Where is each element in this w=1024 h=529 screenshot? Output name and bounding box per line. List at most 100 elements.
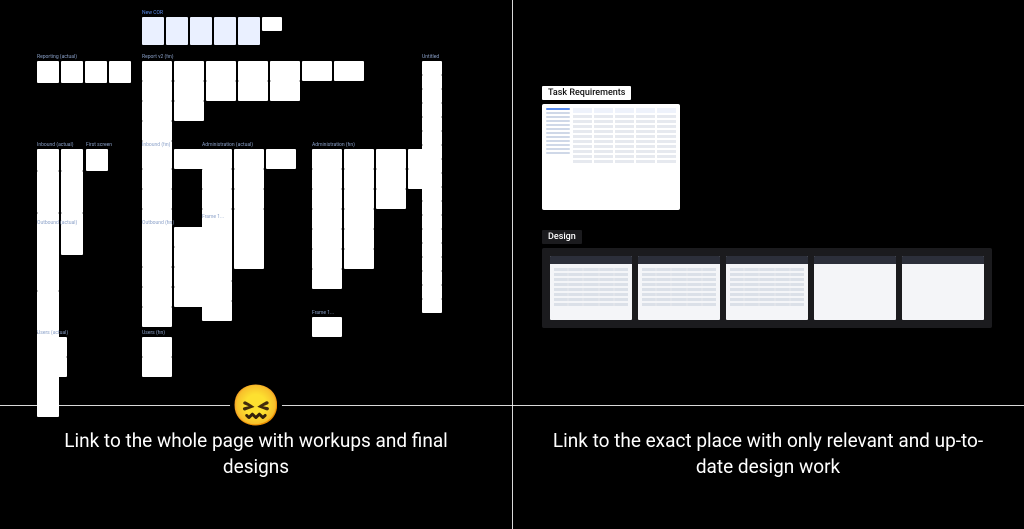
frame-thumbnail [174,287,204,307]
frame-group: Administration (fin) [312,138,438,289]
frame-thumbnail [344,189,374,209]
task-requirements-label: Task Requirements [542,86,631,100]
design-card [902,256,984,320]
frame-group: Frame 1... [202,210,264,321]
frame-group: Reporting (actual) [37,50,131,83]
frame-thumbnail [142,61,172,81]
frame-group: Users (actual) [37,326,68,377]
group-label: Inbound (fin) [142,142,204,148]
frame-thumbnail [422,243,442,257]
frame-group: Outbound (actual) [37,216,77,417]
frame-group: Untitled [422,50,442,313]
frame-thumbnail [174,227,204,247]
frame-thumbnail [142,17,164,45]
frame-thumbnail [37,249,59,291]
frame-thumbnail [422,89,442,103]
frame-thumbnail [174,267,204,287]
group-label: Outbound (fin) [142,220,204,226]
design-label: Design [542,230,582,244]
design-card [638,256,720,320]
frame-group: Outbound (fin) [142,216,204,327]
confounded-emoji: 😖 [230,380,282,432]
frame-thumbnail [270,61,300,81]
frame-thumbnail [37,337,67,357]
frame-thumbnail [302,61,332,81]
frame-thumbnail [174,247,204,267]
frame-thumbnail [422,75,442,89]
frame-thumbnail [422,159,442,173]
frame-thumbnail [312,249,342,269]
frame-group: Frame 1... [312,306,342,337]
frame-thumbnail [61,149,83,171]
left-caption: Link to the whole page with workups and … [0,428,512,481]
frame-thumbnail [422,285,442,299]
frame-thumbnail [37,61,59,83]
frame-thumbnail [174,61,204,81]
frame-thumbnail [312,149,342,169]
frame-thumbnail [202,149,232,169]
frame-thumbnail [142,307,172,327]
frame-thumbnail [262,17,282,31]
group-label: Frame 1... [312,310,342,316]
frame-thumbnail [422,229,442,243]
right-panel: Task Requirements [512,0,1024,529]
frame-thumbnail [422,201,442,215]
frame-thumbnail [190,17,212,45]
frame-thumbnail [234,149,264,169]
frame-thumbnail [142,101,172,121]
frame-thumbnail [142,337,172,357]
frame-thumbnail [334,61,364,81]
frame-thumbnail [37,357,67,377]
frame-thumbnail [202,281,232,301]
frame-thumbnail [266,149,296,169]
frame-thumbnail [312,209,342,229]
frame-thumbnail [202,169,232,189]
frame-thumbnail [422,173,442,187]
frame-thumbnail [37,171,59,213]
frame-thumbnail [61,61,83,83]
frame-group: New COR [142,6,282,45]
group-label: Administration (actual) [202,142,296,148]
group-label: Inbound (actual) [37,142,83,148]
frame-thumbnail [206,61,236,81]
group-label: Users (actual) [37,330,68,336]
right-caption: Link to the exact place with only releva… [512,428,1024,481]
frame-thumbnail [234,241,264,261]
divider-vertical [512,0,513,529]
frame-thumbnail [174,81,204,101]
frame-thumbnail [142,267,172,287]
frame-thumbnail [86,149,108,171]
frame-thumbnail [202,261,232,281]
frame-thumbnail [234,189,264,209]
frame-thumbnail [142,149,172,169]
frame-thumbnail [202,189,232,209]
frame-thumbnail [142,287,172,307]
frame-group: Users (fin) [142,326,172,377]
frame-thumbnail [312,169,342,189]
frame-thumbnail [422,257,442,271]
frame-thumbnail [422,299,442,313]
frame-group: First screen [86,138,112,171]
frame-thumbnail [142,189,172,209]
frame-thumbnail [422,131,442,145]
frame-thumbnail [234,169,264,189]
frame-thumbnail [312,229,342,249]
frame-thumbnail [85,61,107,83]
frame-thumbnail [312,189,342,209]
left-panel: New COR Reporting (actual) Report v2 (fin)… [0,0,512,529]
frame-thumbnail [37,227,59,249]
frame-thumbnail [344,229,374,249]
frame-thumbnail [344,149,374,169]
frame-thumbnail [238,61,268,81]
frame-thumbnail [206,81,236,101]
frame-thumbnail [344,249,374,269]
frame-thumbnail [214,17,236,45]
group-label: Report v2 (fin) [142,54,364,60]
frame-thumbnail [142,247,172,267]
group-label: Administration (fin) [312,142,438,148]
frame-thumbnail [422,117,442,131]
frame-thumbnail [238,81,268,101]
divider-horizontal [512,405,1024,406]
frame-thumbnail [376,169,406,189]
group-label: Frame 1... [202,214,264,220]
